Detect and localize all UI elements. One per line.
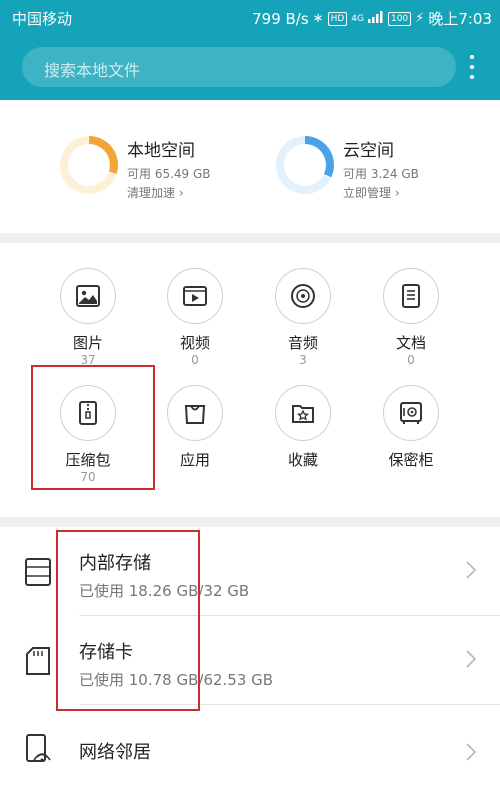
manage-now-link[interactable]: 立即管理 › bbox=[343, 184, 400, 201]
video-icon bbox=[167, 268, 223, 324]
storage-summary: 本地空间 可用 65.49 GB 清理加速 › 云空间 可用 3.24 GB 立… bbox=[0, 100, 500, 233]
chevron-right-icon bbox=[466, 650, 477, 672]
category-images[interactable]: 图片 37 bbox=[48, 268, 128, 367]
chevron-right-icon: › bbox=[178, 186, 184, 200]
category-label: 文档 bbox=[395, 334, 426, 352]
local-space-available: 可用 65.49 GB bbox=[127, 167, 211, 181]
category-count: 0 bbox=[407, 353, 415, 367]
category-label: 音频 bbox=[287, 334, 318, 352]
section-divider bbox=[0, 517, 500, 527]
cloud-space-ring bbox=[276, 136, 334, 194]
app-header: 中国移动 799 B/s ∗ HD 4G 100 ⚡ 晚上7:03 搜索本地文件 bbox=[0, 0, 500, 100]
favorite-star-icon bbox=[275, 385, 331, 441]
carrier-name: 中国移动 bbox=[12, 10, 73, 28]
status-icons: 799 B/s ∗ HD 4G 100 ⚡ 晚上7:03 bbox=[252, 8, 492, 29]
app-bag-icon bbox=[167, 385, 223, 441]
network-neighborhood-title: 网络邻居 bbox=[79, 742, 151, 763]
search-input[interactable]: 搜索本地文件 bbox=[22, 47, 456, 87]
more-menu-icon[interactable] bbox=[464, 52, 480, 82]
battery-level: 100 bbox=[387, 11, 412, 26]
category-count: 0 bbox=[191, 353, 199, 367]
chevron-right-icon bbox=[466, 743, 477, 765]
category-count: 3 bbox=[299, 353, 307, 367]
category-safe[interactable]: 保密柜 bbox=[371, 385, 451, 470]
highlight-storage-box bbox=[56, 530, 200, 711]
hd-badge: HD bbox=[327, 11, 348, 26]
category-label: 应用 bbox=[179, 451, 210, 469]
cloud-space-available: 可用 3.24 GB bbox=[343, 167, 419, 181]
category-label: 视频 bbox=[179, 334, 210, 352]
manage-now-label: 立即管理 bbox=[343, 186, 392, 200]
highlight-archive-box bbox=[31, 365, 155, 490]
chevron-right-icon bbox=[466, 561, 477, 583]
safe-icon bbox=[383, 385, 439, 441]
category-label: 收藏 bbox=[287, 451, 318, 469]
status-bar: 中国移动 799 B/s ∗ HD 4G 100 ⚡ 晚上7:03 bbox=[0, 0, 500, 34]
clean-speedup-label: 清理加速 bbox=[127, 186, 176, 200]
document-icon bbox=[383, 268, 439, 324]
category-label: 保密柜 bbox=[388, 451, 434, 469]
search-placeholder: 搜索本地文件 bbox=[44, 61, 141, 80]
sd-card-icon bbox=[24, 646, 52, 680]
category-favorites[interactable]: 收藏 bbox=[263, 385, 343, 470]
bluetooth-icon: ∗ bbox=[312, 11, 324, 26]
category-audio[interactable]: 音频 3 bbox=[263, 268, 343, 367]
charging-icon: ⚡ bbox=[415, 11, 425, 26]
category-label: 图片 bbox=[72, 334, 103, 352]
category-apps[interactable]: 应用 bbox=[155, 385, 235, 470]
signal-icon bbox=[367, 10, 384, 27]
cloud-space-title[interactable]: 云空间 bbox=[343, 136, 394, 161]
network-speed: 799 B/s bbox=[252, 9, 309, 28]
category-documents[interactable]: 文档 0 bbox=[371, 268, 451, 367]
local-space-ring bbox=[60, 136, 118, 194]
audio-icon bbox=[275, 268, 331, 324]
network-neighborhood-icon bbox=[24, 733, 52, 769]
network-type-label: 4G bbox=[351, 13, 364, 24]
network-neighborhood-row[interactable]: 网络邻居 bbox=[0, 705, 500, 800]
image-icon bbox=[60, 268, 116, 324]
internal-storage-icon bbox=[24, 557, 52, 591]
section-divider bbox=[0, 233, 500, 243]
chevron-right-icon: › bbox=[394, 186, 400, 200]
category-videos[interactable]: 视频 0 bbox=[155, 268, 235, 367]
local-space-title[interactable]: 本地空间 bbox=[127, 136, 195, 161]
clock: 晚上7:03 bbox=[428, 10, 492, 28]
clean-speedup-link[interactable]: 清理加速 › bbox=[127, 184, 184, 201]
